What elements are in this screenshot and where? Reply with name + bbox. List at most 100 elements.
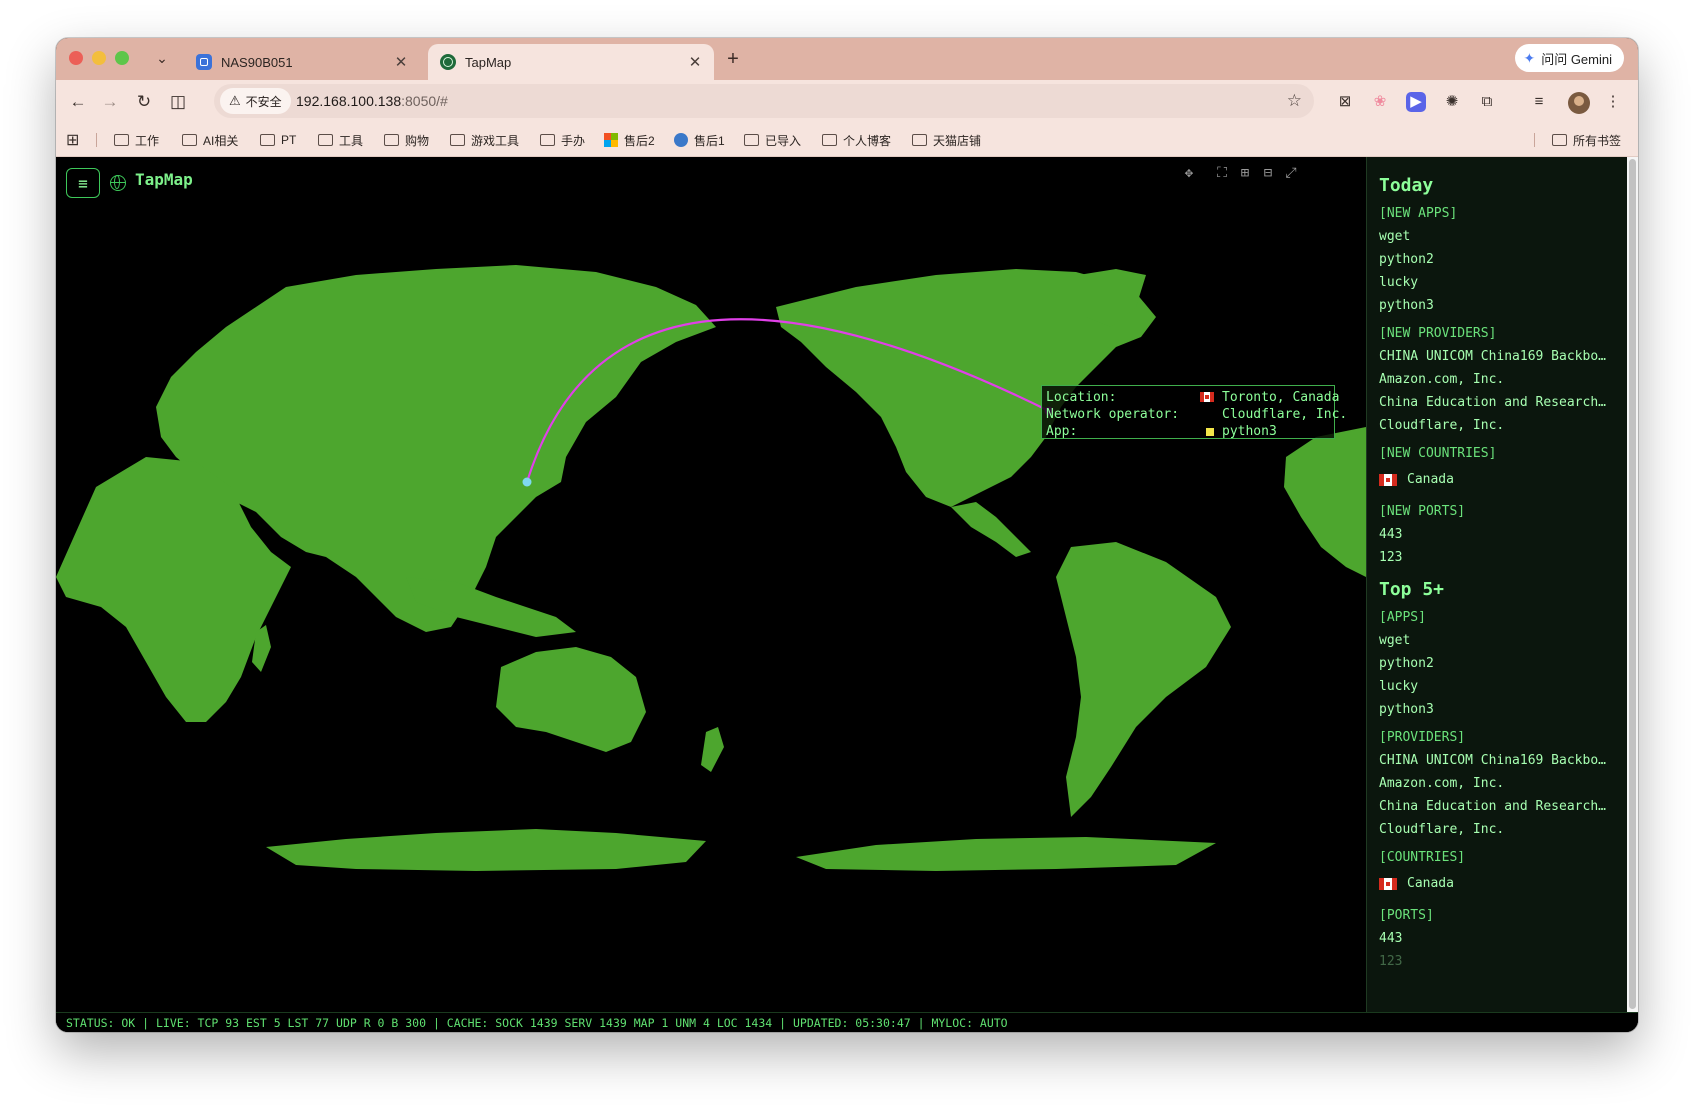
list-item: Amazon.com, Inc. — [1379, 776, 1505, 791]
more-menu-icon[interactable]: ⋮ — [1602, 91, 1624, 113]
gemini-sparkle-icon: ✦ — [1523, 49, 1536, 66]
media-control-icon[interactable]: ≡ — [1528, 91, 1550, 113]
gemini-button[interactable]: ✦ 问问 Gemini — [1515, 44, 1624, 72]
menu-button[interactable]: ≡ — [66, 168, 100, 198]
list-item: lucky — [1379, 275, 1419, 290]
status-text: STATUS: OK | LIVE: TCP 93 EST 5 LST 77 U… — [66, 1016, 1008, 1030]
close-icon[interactable]: ✕ — [686, 53, 704, 71]
blue-extension-icon[interactable]: ▶ — [1406, 92, 1426, 112]
top-heading: Top 5+ — [1379, 579, 1445, 600]
origin-point[interactable] — [522, 477, 532, 487]
list-item: 123 — [1379, 954, 1403, 969]
all-bookmarks-folder[interactable]: 所有书签 — [1552, 124, 1621, 156]
world-map[interactable]: ≡ TapMap ✥ ⛶ ⊞ ⊟ ⤢ Location: Toronto, Ca… — [56, 157, 1366, 1012]
list-item: CHINA UNICOM China169 Backbo… — [1379, 753, 1606, 768]
list-item: python3 — [1379, 702, 1434, 717]
app-label: App: — [1046, 424, 1078, 439]
bookmark-folder[interactable]: 个人博客 — [822, 124, 891, 156]
bookmark-folder[interactable]: AI相关 — [182, 124, 238, 156]
connection-tooltip: Location: Toronto, Canada Network operat… — [1041, 385, 1347, 440]
bookmark-folder[interactable]: 天猫店铺 — [912, 124, 981, 156]
globe-icon — [110, 175, 126, 191]
close-window-button[interactable] — [69, 51, 83, 65]
list-item: Cloudflare, Inc. — [1379, 822, 1505, 837]
stats-sidebar[interactable]: Today [NEW APPS] wget python2 lucky pyth… — [1366, 157, 1638, 1012]
tab-strip: ⌄ NAS90B051 ✕ TapMap ✕ + ✦ 问问 Gemini — [56, 38, 1638, 80]
globe-icon — [440, 54, 456, 70]
screenshot-extension-icon[interactable]: ⊠ — [1334, 91, 1356, 113]
zoom-in-icon[interactable]: ⊞ — [1236, 164, 1254, 182]
apps-grid-icon[interactable]: ⊞ — [66, 124, 79, 156]
bookmark-folder[interactable]: 手办 — [540, 124, 585, 156]
tab-nas[interactable]: NAS90B051 ✕ — [184, 44, 420, 80]
toolbar: ← → ↻ ◫ ⚠ 不安全 192.168.100.138:8050/# ☆ ⊠… — [56, 80, 1638, 124]
bookmark-label: 所有书签 — [1573, 133, 1622, 148]
bookmark-folder[interactable]: 购物 — [384, 124, 429, 156]
folder-icon — [318, 134, 333, 146]
bookmark-link[interactable]: 售后1 — [674, 124, 725, 156]
split-view-icon[interactable]: ◫ — [164, 88, 192, 116]
country-item: Canada — [1379, 465, 1623, 495]
url-path: :8050/# — [401, 93, 448, 109]
extensions-puzzle-icon[interactable]: ⧉ — [1476, 91, 1498, 113]
bookmark-label: 售后1 — [694, 133, 725, 148]
security-chip[interactable]: ⚠ 不安全 — [220, 88, 291, 114]
back-arrow-icon[interactable]: ← — [64, 88, 92, 116]
bookmark-folder[interactable]: PT — [260, 124, 296, 156]
forward-arrow-icon[interactable]: → — [96, 88, 124, 116]
scrollbar-thumb[interactable] — [1629, 159, 1636, 1009]
bookmark-star-icon[interactable]: ☆ — [1287, 84, 1302, 118]
app-color-swatch — [1206, 428, 1214, 436]
bookmark-folder[interactable]: 已导入 — [744, 124, 801, 156]
minimize-window-button[interactable] — [92, 51, 106, 65]
tooltip-location-row: Location: Toronto, Canada — [1044, 389, 1339, 406]
pan-icon[interactable]: ✥ — [1180, 164, 1198, 182]
folder-icon — [450, 134, 465, 146]
reload-icon[interactable]: ↻ — [130, 88, 158, 116]
bookmark-folder[interactable]: 游戏工具 — [450, 124, 519, 156]
list-item: wget — [1379, 633, 1411, 648]
bookmark-folder[interactable]: 工作 — [114, 124, 159, 156]
folder-icon — [384, 134, 399, 146]
ports-heading: [PORTS] — [1379, 908, 1434, 923]
address-bar[interactable]: ⚠ 不安全 192.168.100.138:8050/# ☆ — [214, 84, 1314, 118]
close-icon[interactable]: ✕ — [392, 53, 410, 71]
url-host: 192.168.100.138 — [296, 93, 402, 109]
tab-search-chevron-icon[interactable]: ⌄ — [151, 47, 173, 69]
maximize-window-button[interactable] — [115, 51, 129, 65]
pink-extension-icon[interactable]: ❀ — [1369, 91, 1391, 113]
url-text[interactable]: 192.168.100.138:8050/# — [296, 84, 448, 118]
world-map-svg[interactable] — [56, 157, 1366, 1012]
land-new-zealand — [701, 727, 724, 772]
zoom-out-icon[interactable]: ⊟ — [1259, 164, 1277, 182]
list-item: python2 — [1379, 656, 1434, 671]
status-bar: STATUS: OK | LIVE: TCP 93 EST 5 LST 77 U… — [56, 1012, 1638, 1032]
apps-heading: [APPS] — [1379, 610, 1426, 625]
list-item: 123 — [1379, 550, 1403, 565]
list-item: 443 — [1379, 527, 1403, 542]
tab-tapmap[interactable]: TapMap ✕ — [428, 44, 714, 80]
land-masses — [56, 265, 1366, 871]
bookmark-label: 购物 — [405, 133, 430, 148]
avatar[interactable] — [1568, 92, 1590, 114]
folder-icon — [182, 134, 197, 146]
new-countries-heading: [NEW COUNTRIES] — [1379, 446, 1497, 461]
chatgpt-extension-icon[interactable]: ✺ — [1441, 91, 1463, 113]
sidebar-content: Today [NEW APPS] wget python2 lucky pyth… — [1379, 157, 1623, 973]
land-australia — [496, 647, 646, 752]
canada-flag-icon — [1379, 878, 1397, 890]
countries-heading: [COUNTRIES] — [1379, 850, 1466, 865]
reset-view-icon[interactable]: ⤢ — [1282, 164, 1300, 182]
bookmark-folder[interactable]: 工具 — [318, 124, 363, 156]
new-tab-button[interactable]: + — [720, 46, 746, 72]
sidebar-scrollbar[interactable] — [1627, 157, 1638, 1012]
bookmark-link[interactable]: 售后2 — [604, 124, 655, 156]
tooltip-app-row: App: python3 — [1044, 423, 1334, 440]
fullscreen-icon[interactable]: ⛶ — [1213, 164, 1231, 182]
canada-flag-icon — [1379, 474, 1397, 486]
security-label: 不安全 — [245, 94, 282, 109]
location-value: Toronto, Canada — [1222, 390, 1340, 405]
list-item: Cloudflare, Inc. — [1379, 418, 1505, 433]
location-label: Location: — [1046, 390, 1117, 405]
tab-title: NAS90B051 — [221, 54, 293, 70]
